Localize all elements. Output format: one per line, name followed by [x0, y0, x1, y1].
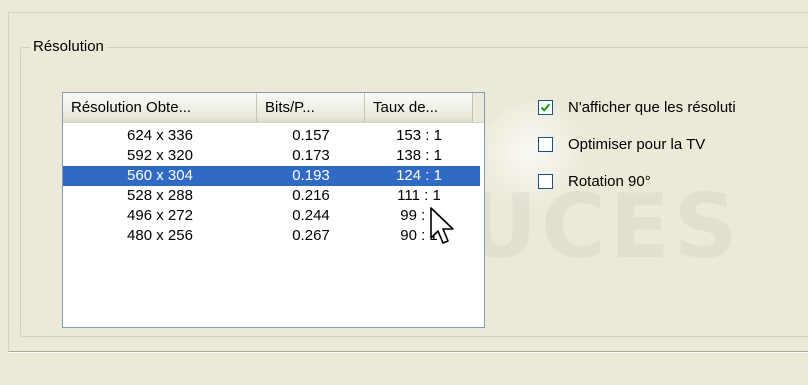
checkbox[interactable]	[538, 99, 553, 115]
options-checkboxes: N'afficher que les résoluti Optimiser po…	[538, 94, 736, 205]
checkbox-label: N'afficher que les résoluti	[568, 98, 736, 116]
list-row-selected[interactable]: 560 x 304 0.193 124 : 1	[63, 166, 480, 186]
cell-taux: 153 : 1	[396, 127, 442, 144]
cell-bits: 0.267	[292, 227, 330, 244]
option-rotation-90[interactable]: Rotation 90°	[538, 168, 736, 194]
option-optimize-tv[interactable]: Optimiser pour la TV	[538, 131, 736, 157]
cell-resolution: 592 x 320	[127, 147, 193, 164]
list-row[interactable]: 496 x 272 0.244 99 : 1	[63, 206, 480, 226]
column-header-bits[interactable]: Bits/P...	[257, 93, 365, 122]
cell-bits: 0.244	[292, 207, 330, 224]
list-header: Résolution Obte... Bits/P... Taux de...	[63, 93, 484, 123]
cell-bits: 0.157	[292, 127, 330, 144]
checkmark-icon	[540, 102, 551, 112]
resolution-list[interactable]: Résolution Obte... Bits/P... Taux de... …	[62, 92, 485, 328]
checkbox[interactable]	[538, 173, 553, 189]
checkbox-label: Rotation 90°	[568, 172, 651, 190]
column-header-taux[interactable]: Taux de...	[365, 93, 473, 122]
resolution-group-title: Résolution	[30, 38, 107, 56]
cell-bits: 0.193	[292, 167, 330, 184]
list-row[interactable]: 592 x 320 0.173 138 : 1	[63, 146, 480, 166]
option-resolutions-only[interactable]: N'afficher que les résoluti	[538, 94, 736, 120]
cell-taux: 90 : 1	[400, 227, 438, 244]
list-row[interactable]: 480 x 256 0.267 90 : 1	[63, 226, 480, 246]
list-row[interactable]: 624 x 336 0.157 153 : 1	[63, 126, 480, 146]
cell-taux: 124 : 1	[396, 167, 442, 184]
cell-taux: 138 : 1	[396, 147, 442, 164]
cell-bits: 0.173	[292, 147, 330, 164]
checkbox[interactable]	[538, 136, 553, 152]
cell-bits: 0.216	[292, 187, 330, 204]
list-body: 624 x 336 0.157 153 : 1 592 x 320 0.173 …	[63, 126, 484, 246]
column-header-resolution[interactable]: Résolution Obte...	[63, 93, 257, 122]
cell-taux: 99 : 1	[400, 207, 438, 224]
cell-resolution: 496 x 272	[127, 207, 193, 224]
cell-resolution: 560 x 304	[127, 167, 193, 184]
cell-taux: 111 : 1	[397, 187, 441, 204]
list-row[interactable]: 528 x 288 0.216 111 : 1	[63, 186, 480, 206]
cell-resolution: 624 x 336	[127, 127, 193, 144]
cell-resolution: 528 x 288	[127, 187, 193, 204]
checkbox-label: Optimiser pour la TV	[568, 135, 706, 153]
cell-resolution: 480 x 256	[127, 227, 193, 244]
